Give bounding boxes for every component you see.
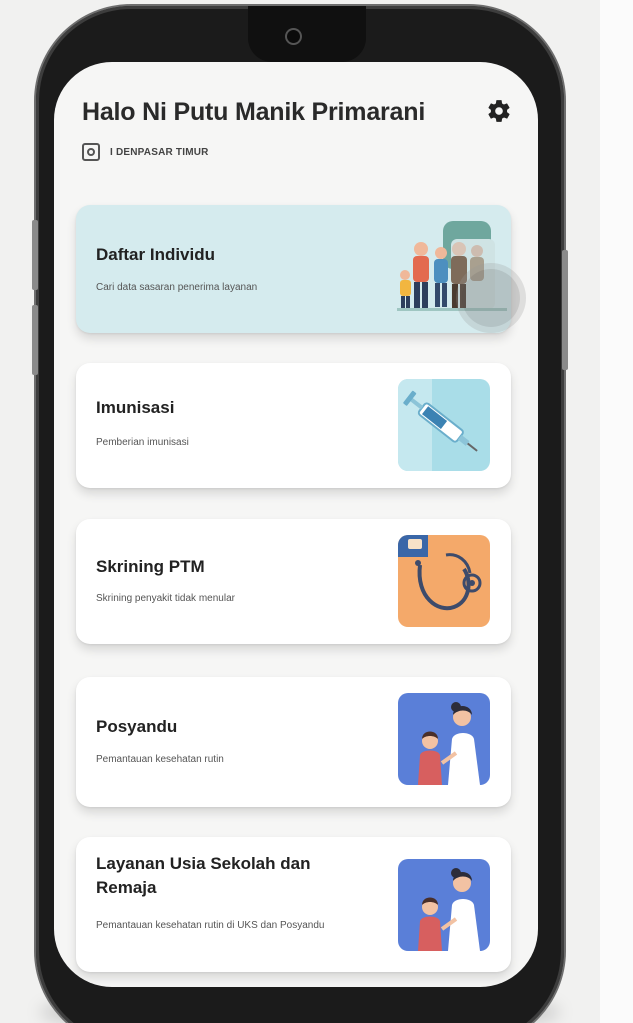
menu-card-title: Imunisasi: [96, 398, 175, 417]
phone-notch: [248, 6, 366, 62]
syringe-illustration: [398, 379, 490, 471]
app-header: Halo Ni Putu Manik Primarani I DENPASAR …: [82, 98, 512, 161]
location-label: I DENPASAR TIMUR: [110, 146, 209, 158]
menu-card-title: Skrining PTM: [96, 557, 205, 576]
menu-card-desc: Skrining penyakit tidak menular: [96, 593, 235, 604]
menu-card-title: Daftar Individu: [96, 245, 216, 264]
doctor-child-illustration: [398, 693, 490, 785]
menu-card-skrining-ptm[interactable]: Skrining PTM Skrining penyakit tidak men…: [76, 519, 511, 644]
menu-card-layanan-usia-sekolah[interactable]: Layanan Usia Sekolah dan Remaja Pemantau…: [76, 837, 511, 972]
location-row: I DENPASAR TIMUR: [82, 143, 209, 161]
app-screen: Halo Ni Putu Manik Primarani I DENPASAR …: [54, 62, 538, 987]
stethoscope-illustration: [398, 535, 490, 627]
front-camera: [287, 30, 300, 43]
location-box-icon: [82, 143, 100, 161]
menu-card-desc: Pemantauan kesehatan rutin: [96, 754, 224, 765]
phone-side-button: [32, 305, 38, 375]
menu-card-daftar-individu[interactable]: Daftar Individu Cari data sasaran peneri…: [76, 205, 511, 333]
menu-card-desc: Pemantauan kesehatan rutin di UKS dan Po…: [96, 920, 325, 931]
menu-card-title: Layanan Usia Sekolah dan Remaja: [96, 854, 311, 897]
page-canvas: Halo Ni Putu Manik Primarani I DENPASAR …: [0, 0, 633, 1023]
phone-side-button: [32, 220, 38, 290]
phone-side-button: [562, 250, 568, 370]
greeting-title: Halo Ni Putu Manik Primarani: [82, 98, 426, 126]
menu-card-desc: Cari data sasaran penerima layanan: [96, 282, 258, 293]
menu-card-title: Posyandu: [96, 717, 178, 736]
menu-card-posyandu[interactable]: Posyandu Pemantauan kesehatan rutin: [76, 677, 511, 807]
background-strip: [600, 0, 633, 1023]
gear-icon[interactable]: [486, 98, 512, 124]
menu-card-imunisasi[interactable]: Imunisasi Pemberian imunisasi: [76, 363, 511, 488]
menu-card-desc: Pemberian imunisasi: [96, 437, 189, 448]
doctor-child-illustration: [398, 859, 490, 951]
touch-indicator: [462, 269, 520, 327]
